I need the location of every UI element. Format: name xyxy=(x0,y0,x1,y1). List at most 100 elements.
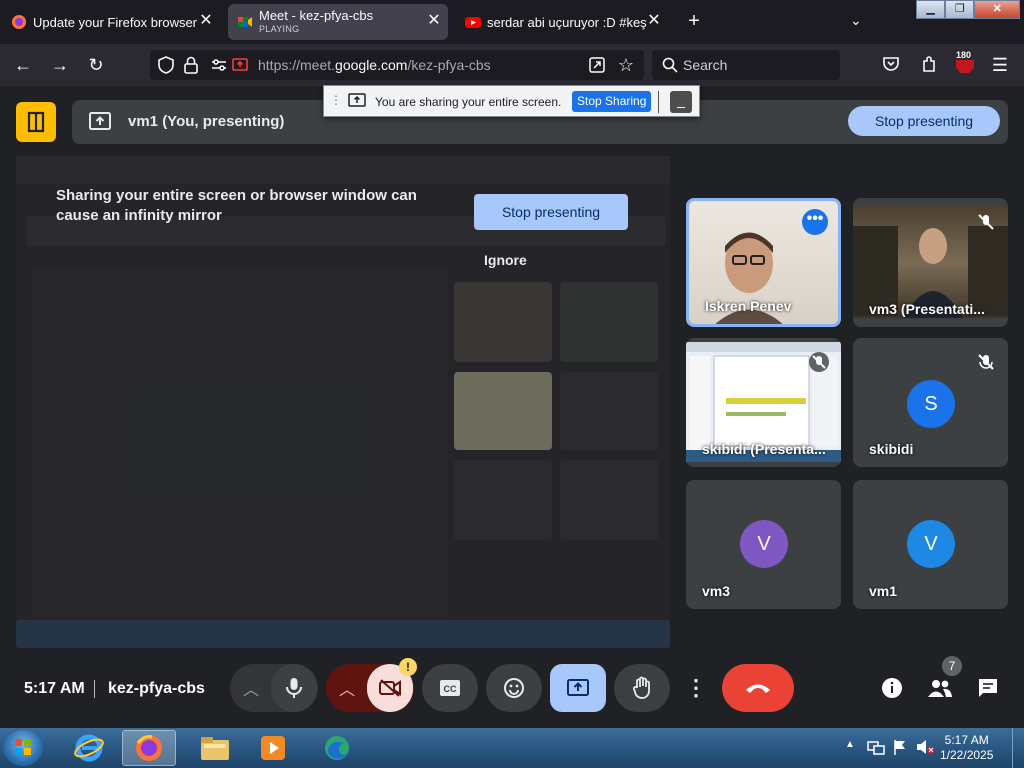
microphone-button[interactable] xyxy=(271,664,317,712)
tab-youtube[interactable]: serdar abi uçuruyor :D #keşfet ✕ xyxy=(456,4,668,40)
captions-icon: CC xyxy=(440,680,460,696)
start-button[interactable] xyxy=(3,730,43,766)
ignore-button[interactable]: Ignore xyxy=(484,252,527,268)
tab-playing-label: PLAYING xyxy=(259,23,300,34)
adblock-extension-icon[interactable]: 180 xyxy=(954,50,976,76)
folder-icon xyxy=(201,737,229,760)
new-tab-button[interactable]: + xyxy=(684,10,704,33)
taskbar-firefox[interactable] xyxy=(122,730,176,766)
participant-name: skibidi xyxy=(869,441,914,457)
windows-taskbar: ▲ 5:17 AM 1/22/2025 xyxy=(0,728,1024,768)
reactions-button[interactable] xyxy=(486,664,542,712)
bookmark-star-icon[interactable]: ☆ xyxy=(616,55,636,75)
stop-sharing-button[interactable]: Stop Sharing xyxy=(572,91,652,112)
participant-name: vm3 (Presentati... xyxy=(869,301,985,317)
stop-presenting-button[interactable]: Stop presenting xyxy=(848,106,1000,136)
close-tab-icon[interactable]: ✕ xyxy=(646,13,662,29)
participant-avatar: V xyxy=(740,520,788,568)
taskbar-time: 5:17 AM xyxy=(944,733,989,747)
captions-button[interactable]: CC xyxy=(422,664,478,712)
people-icon xyxy=(928,680,952,697)
show-hidden-icons-icon[interactable]: ▲ xyxy=(845,739,855,750)
camera-control-group: ︿ ! xyxy=(326,658,417,712)
participants-count-badge: 7 xyxy=(942,656,962,676)
raise-hand-button[interactable] xyxy=(614,664,670,712)
url-text: https://meet.google.com/kez-pfya-cbs xyxy=(258,57,491,73)
minimize-window-button[interactable]: ▁ xyxy=(916,0,946,19)
participant-tile[interactable]: vm3 (Presentati... xyxy=(853,198,1008,327)
address-bar[interactable]: https://meet.google.com/kez-pfya-cbs ☆ xyxy=(150,50,644,80)
participant-tile[interactable]: V vm3 xyxy=(686,480,841,609)
back-arrow-icon[interactable]: ← xyxy=(12,54,34,76)
youtube-icon xyxy=(465,14,481,30)
close-window-button[interactable]: ✕ xyxy=(974,0,1020,19)
participant-tile[interactable]: skibidi (Presenta... xyxy=(686,338,841,467)
drag-handle-icon[interactable]: ⋮ xyxy=(330,93,342,107)
reload-icon[interactable]: ↻ xyxy=(85,54,107,76)
permissions-icon[interactable] xyxy=(210,56,228,74)
emoji-icon xyxy=(504,678,524,698)
taskbar-file-explorer[interactable] xyxy=(188,730,242,766)
participant-name: vm1 xyxy=(869,583,898,599)
action-center-flag-icon[interactable] xyxy=(891,738,909,756)
mirror-stop-presenting-button[interactable]: Stop presenting xyxy=(474,194,628,230)
shield-icon[interactable] xyxy=(156,55,176,75)
raise-hand-icon xyxy=(633,676,650,699)
taskbar-media-player[interactable] xyxy=(246,730,300,766)
camera-off-icon xyxy=(379,679,401,697)
taskbar-internet-explorer[interactable] xyxy=(62,730,116,766)
meet-page: vm1 (You, presenting) Stop presenting Sh… xyxy=(0,86,1024,728)
more-options-button[interactable]: ⋮ xyxy=(678,664,714,712)
tab-update-firefox[interactable]: Update your Firefox browser ✕ xyxy=(2,4,220,40)
screen-share-icon xyxy=(348,93,366,109)
leave-call-button[interactable] xyxy=(722,664,794,712)
participant-name: Iskren Penev xyxy=(705,298,792,314)
camera-off-button[interactable]: ! xyxy=(367,658,417,712)
tab-meet[interactable]: Meet - kez-pfya-cbs PLAYING ✕ xyxy=(228,4,448,40)
window-controls: ▁ ❐ ✕ xyxy=(916,0,1020,19)
participant-tile[interactable]: V vm1 xyxy=(853,480,1008,609)
edge-icon xyxy=(325,736,349,760)
microphone-icon xyxy=(286,678,302,698)
forward-arrow-icon[interactable]: → xyxy=(49,54,71,76)
meeting-time: 5:17 AM xyxy=(24,680,85,697)
taskbar-clock[interactable]: 5:17 AM 1/22/2025 xyxy=(940,733,993,763)
camera-options-chevron-icon[interactable]: ︿ xyxy=(327,676,367,700)
screen-share-indicator-icon[interactable] xyxy=(232,57,248,73)
participant-name: skibidi (Presenta... xyxy=(702,441,826,457)
participant-tile[interactable]: S skibidi xyxy=(853,338,1008,467)
taskbar-edge[interactable] xyxy=(310,730,364,766)
info-icon xyxy=(882,678,902,698)
restore-window-button[interactable]: ❐ xyxy=(945,0,975,19)
muted-mic-icon xyxy=(809,352,829,372)
search-field[interactable]: Search xyxy=(652,50,840,80)
close-tab-icon[interactable]: ✕ xyxy=(198,13,214,29)
reader-view-icon[interactable] xyxy=(588,56,606,74)
tab-title: Meet - kez-pfya-cbs xyxy=(259,8,374,22)
volume-muted-icon[interactable] xyxy=(915,738,935,756)
meeting-details-button[interactable] xyxy=(874,670,910,706)
tab-title: serdar abi uçuruyor :D #keşfet xyxy=(487,14,647,30)
show-desktop-button[interactable] xyxy=(1012,728,1024,768)
extensions-icon[interactable] xyxy=(918,54,940,76)
minimize-indicator-button[interactable]: _ xyxy=(670,91,692,113)
search-icon xyxy=(661,56,679,74)
pocket-icon[interactable] xyxy=(880,54,902,76)
participant-tile[interactable]: ••• Iskren Penev xyxy=(686,198,841,327)
meet-icon xyxy=(237,14,253,30)
menu-hamburger-icon[interactable]: ☰ xyxy=(989,54,1011,76)
more-options-icon[interactable]: ••• xyxy=(802,209,828,235)
network-icon[interactable] xyxy=(867,738,885,756)
mic-options-chevron-icon[interactable]: ︿ xyxy=(231,676,271,700)
screen-sharing-notification: ⋮ You are sharing your entire screen. St… xyxy=(323,85,700,117)
meet-logo-icon[interactable] xyxy=(16,102,56,142)
chat-button[interactable] xyxy=(970,670,1006,706)
media-player-icon xyxy=(261,736,285,760)
search-placeholder: Search xyxy=(683,57,728,73)
close-tab-icon[interactable]: ✕ xyxy=(426,13,442,29)
present-now-button[interactable] xyxy=(550,664,606,712)
lock-icon[interactable] xyxy=(182,55,200,75)
list-all-tabs-chevron-icon[interactable]: ⌄ xyxy=(850,12,862,29)
tab-strip: Update your Firefox browser ✕ Meet - kez… xyxy=(0,0,1024,44)
sharing-message: You are sharing your entire screen. xyxy=(375,95,562,109)
